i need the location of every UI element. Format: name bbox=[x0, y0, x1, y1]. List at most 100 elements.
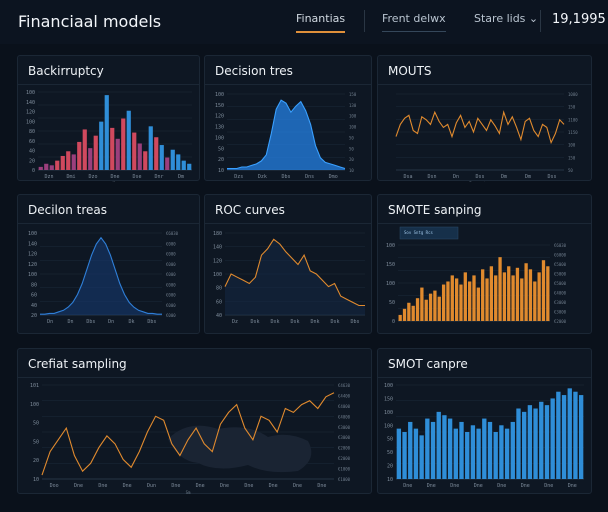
bar bbox=[419, 435, 424, 479]
chart-backirruptcy: 100 140 120 100 80 60 40 20 0 Dzn Dmi Dzo Dne Dse Dnr D… bbox=[26, 90, 192, 182]
y-tick-label: 150 bbox=[386, 262, 395, 268]
x-tick-label: Dnk bbox=[310, 319, 319, 325]
bar bbox=[447, 418, 453, 479]
x-tick-label: Dne bbox=[220, 483, 229, 489]
chart-decision-tres: 100 150 120 130 100 50 20 10 150 130 100 100 50 50 20 1… bbox=[215, 92, 357, 180]
bar bbox=[481, 269, 485, 321]
x-tick-label: Dne bbox=[293, 483, 302, 489]
y-tick-label: 100 bbox=[215, 135, 224, 141]
bar bbox=[115, 138, 120, 170]
y-tick-label-right: €000 bbox=[166, 293, 176, 298]
y-tick-label-right: €000 bbox=[166, 272, 176, 277]
panel-crefiat-sampling: Crefiat sampling 101 100 50 50 20 10 €4630 €440… bbox=[17, 348, 372, 495]
bar bbox=[148, 126, 153, 170]
y-tick-label-right: €3000 bbox=[554, 310, 567, 315]
x-tick-label: Dne bbox=[196, 483, 205, 489]
y-tick-label-right: 1150 bbox=[568, 130, 578, 135]
x-axis-label: Ferwestns bbox=[469, 181, 491, 182]
bar bbox=[446, 281, 450, 321]
bar bbox=[71, 154, 76, 170]
y-tick-label-right: 1080 bbox=[568, 92, 578, 97]
bar bbox=[433, 290, 437, 321]
y-tick-label: 140 bbox=[28, 241, 37, 247]
bar bbox=[470, 425, 476, 479]
panel-smot-canpre: SMOT canpre 100 150 100 100 50 50 20 10 Dne Dne Dn… bbox=[377, 348, 592, 494]
bar bbox=[66, 151, 71, 170]
bar bbox=[520, 278, 524, 321]
bar bbox=[428, 293, 433, 321]
bar bbox=[110, 127, 115, 170]
bar bbox=[121, 118, 126, 170]
x-tick-label: Dzo bbox=[88, 174, 97, 180]
panel-roc-curves: ROC curves 180 140 120 100 80 60 40 Dz Dsk Dxk Dsk… bbox=[204, 194, 372, 334]
panel-title: ROC curves bbox=[215, 203, 285, 217]
bar bbox=[442, 415, 447, 479]
chevron-down-icon: ⌄ bbox=[528, 12, 539, 25]
panel-mouts: MOUTS 1080 150 1100 1150 100 150 50 Dsa Dsn Dn Dss… bbox=[377, 55, 592, 182]
bar bbox=[437, 296, 441, 321]
series-line bbox=[395, 110, 565, 145]
x-tick-label: Dse bbox=[132, 174, 141, 180]
bar bbox=[459, 284, 463, 321]
y-tick-label: 10 bbox=[218, 168, 224, 174]
x-tick-label: Dne bbox=[98, 483, 107, 489]
panel-backirruptcy: Backirruptcy 100 140 120 100 80 60 40 20 0 Dzn Dmi… bbox=[17, 55, 200, 182]
y-tick-label-right: €000 bbox=[166, 241, 176, 246]
bar bbox=[504, 428, 510, 479]
y-tick-label-right: €4000 bbox=[338, 414, 351, 419]
y-tick-label-right: €4630 bbox=[338, 383, 351, 388]
y-tick-label: 100 bbox=[386, 243, 395, 249]
bar bbox=[126, 110, 131, 170]
bar bbox=[99, 121, 104, 170]
tab-finantias[interactable]: Finantias bbox=[296, 12, 346, 33]
x-tick-label: Dm bbox=[501, 174, 507, 180]
bar bbox=[499, 425, 504, 479]
x-tick-label: Dm bbox=[178, 174, 184, 180]
y-tick-label: 20 bbox=[218, 157, 224, 163]
y-tick-label-right: €3000 bbox=[338, 425, 351, 430]
y-tick-label: 50 bbox=[33, 439, 39, 445]
y-tick-label-right: 150 bbox=[568, 155, 576, 160]
y-tick-label: 40 bbox=[29, 149, 35, 155]
y-tick-label-right: €4400 bbox=[338, 393, 351, 398]
bar bbox=[527, 405, 533, 479]
bar bbox=[472, 275, 476, 321]
x-tick-label: Dbs bbox=[147, 319, 156, 325]
x-tick-label: Dss bbox=[547, 174, 556, 180]
y-tick-label: 100 bbox=[213, 272, 222, 278]
bar bbox=[441, 284, 446, 321]
bar bbox=[485, 278, 489, 321]
y-tick-label: 140 bbox=[26, 100, 35, 106]
chart-crefiat-sampling: 101 100 50 50 20 10 €4630 €4400 €4000 €4000 €3000 €… bbox=[30, 383, 351, 495]
y-tick-label-right: €5000 bbox=[554, 281, 567, 286]
bar bbox=[578, 395, 584, 479]
bar bbox=[413, 428, 419, 479]
x-tick-label: Dns bbox=[305, 174, 314, 180]
x-tick-label: Dzn bbox=[44, 174, 53, 180]
y-tick-label-right: €000 bbox=[166, 303, 176, 308]
y-tick-label: 100 bbox=[30, 402, 39, 408]
bar bbox=[550, 398, 555, 479]
x-tick-label: Dbs bbox=[281, 174, 290, 180]
bar bbox=[408, 421, 413, 479]
bar bbox=[487, 421, 493, 479]
x-tick-label: Dsa bbox=[403, 174, 412, 180]
bar bbox=[482, 418, 487, 479]
panel-title: Backirruptcy bbox=[28, 64, 104, 78]
x-tick-label: Dm bbox=[525, 174, 531, 180]
y-tick-label: 0 bbox=[32, 168, 35, 174]
bar bbox=[533, 281, 537, 321]
x-tick-label: Dsn bbox=[427, 174, 436, 180]
tab-frent-delwx[interactable]: Frent delwx bbox=[382, 12, 446, 32]
x-tick-label: Dne bbox=[171, 483, 180, 489]
bar bbox=[60, 155, 65, 170]
panel-title: Crefiat sampling bbox=[28, 357, 127, 371]
bar bbox=[402, 432, 407, 479]
share-button[interactable]: Stare lids ⌄ bbox=[474, 12, 538, 25]
y-tick-label: 120 bbox=[26, 110, 35, 116]
chart-decilon-treas: 100 140 120 120 100 80 60 40 20 €6030 €000 €000 €000… bbox=[28, 231, 179, 325]
y-tick-label: 180 bbox=[213, 231, 222, 237]
nav-divider-2 bbox=[540, 10, 541, 32]
bar bbox=[176, 154, 181, 170]
area-fill bbox=[40, 237, 162, 315]
